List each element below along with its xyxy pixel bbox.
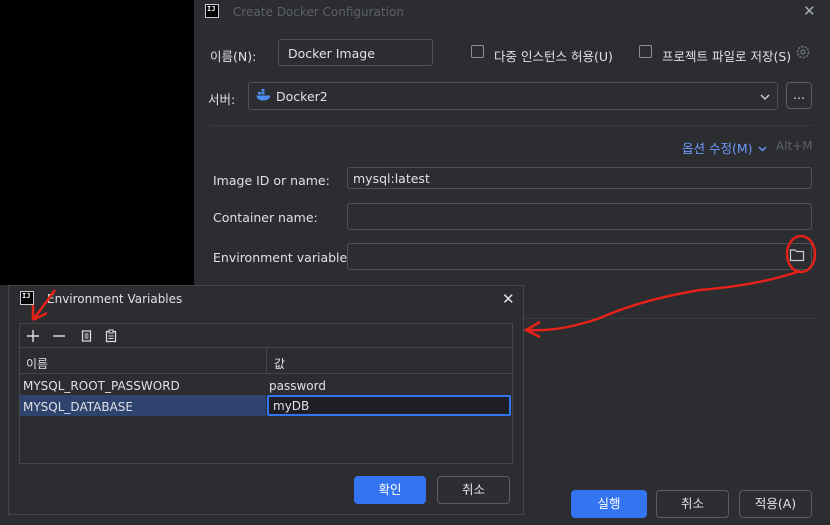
annotation-overlay [31, 234, 817, 339]
annotation-curve-arrow [527, 269, 801, 332]
annotation-small-arrow [31, 289, 57, 322]
annotation-circle [785, 234, 817, 274]
